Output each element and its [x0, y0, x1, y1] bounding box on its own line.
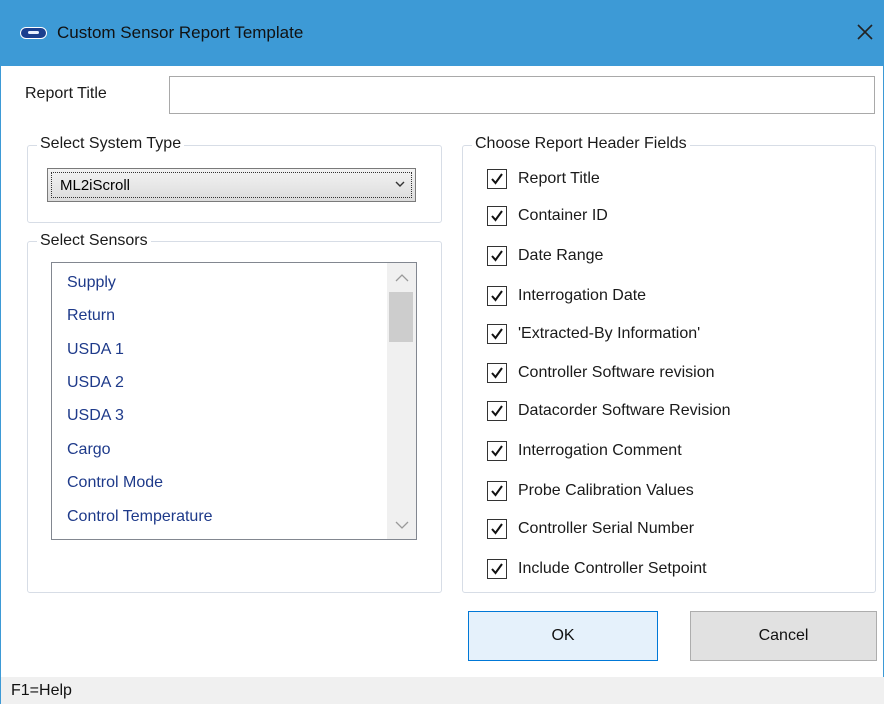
header-fields-legend: Choose Report Header Fields [472, 134, 690, 154]
checkbox-label: Probe Calibration Values [518, 482, 694, 499]
checkmark-icon [491, 328, 503, 340]
checkmark-icon [491, 290, 503, 302]
checkbox-label: Datacorder Software Revision [518, 402, 731, 419]
checkmark-icon [491, 250, 503, 262]
checkbox-label: Controller Serial Number [518, 520, 695, 537]
checkbox-label: Report Title [518, 170, 600, 187]
close-icon [857, 24, 873, 40]
chevron-up-icon[interactable] [387, 267, 417, 291]
checkmark-icon [491, 405, 503, 417]
list-item[interactable]: Return [67, 306, 115, 326]
system-type-select[interactable]: ML2iScroll [47, 168, 416, 202]
list-item[interactable]: Cargo [67, 440, 111, 460]
checkbox[interactable] [487, 246, 507, 266]
list-item[interactable]: USDA 1 [67, 340, 124, 360]
checkbox[interactable] [487, 481, 507, 501]
checkmark-icon [491, 445, 503, 457]
status-help-text: F1=Help [11, 682, 72, 699]
ok-button[interactable]: OK [468, 611, 658, 661]
list-item[interactable]: USDA 3 [67, 406, 124, 426]
carrier-logo-icon [20, 27, 47, 39]
list-item[interactable]: USDA 2 [67, 373, 124, 393]
checkmark-icon [491, 563, 503, 575]
checkmark-icon [491, 485, 503, 497]
checkbox[interactable] [487, 441, 507, 461]
checkbox[interactable] [487, 519, 507, 539]
chevron-down-icon [395, 181, 405, 187]
checkbox-label: Interrogation Date [518, 287, 647, 304]
checkmark-icon [491, 367, 503, 379]
report-title-label: Report Title [25, 85, 107, 102]
status-bar: F1=Help [1, 677, 884, 704]
report-title-input[interactable] [169, 76, 875, 114]
system-type-legend: Select System Type [37, 134, 185, 154]
checkbox[interactable] [487, 401, 507, 421]
title-bar[interactable]: Custom Sensor Report Template [1, 0, 884, 66]
list-item[interactable]: Control Mode [67, 473, 163, 493]
close-button[interactable] [853, 18, 877, 46]
checkbox[interactable] [487, 363, 507, 383]
sensors-listbox[interactable]: Supply Return USDA 1 USDA 2 USDA 3 Cargo… [51, 262, 417, 540]
checkmark-icon [491, 210, 503, 222]
checkbox[interactable] [487, 559, 507, 579]
checkbox-label: Date Range [518, 247, 604, 264]
checkbox[interactable] [487, 324, 507, 344]
checkbox-label: Interrogation Comment [518, 442, 682, 459]
checkmark-icon [491, 173, 503, 185]
sensors-legend: Select Sensors [37, 231, 151, 251]
list-item[interactable]: Supply [67, 273, 116, 293]
system-type-selected: ML2iScroll [60, 177, 131, 194]
checkbox[interactable] [487, 206, 507, 226]
cancel-button[interactable]: Cancel [690, 611, 877, 661]
checkbox[interactable] [487, 169, 507, 189]
checkbox[interactable] [487, 286, 507, 306]
checkmark-icon [491, 523, 503, 535]
chevron-down-icon[interactable] [387, 513, 417, 537]
scrollbar-thumb[interactable] [389, 292, 413, 342]
list-item[interactable]: Control Temperature [67, 507, 213, 527]
window-title: Custom Sensor Report Template [57, 23, 304, 42]
dialog-window: Custom Sensor Report Template Report Tit… [0, 0, 884, 704]
checkbox-label: 'Extracted-By Information' [518, 325, 701, 342]
checkbox-label: Include Controller Setpoint [518, 560, 707, 577]
checkbox-label: Container ID [518, 207, 608, 224]
sensors-scrollbar[interactable] [387, 263, 417, 539]
checkbox-label: Controller Software revision [518, 364, 715, 381]
